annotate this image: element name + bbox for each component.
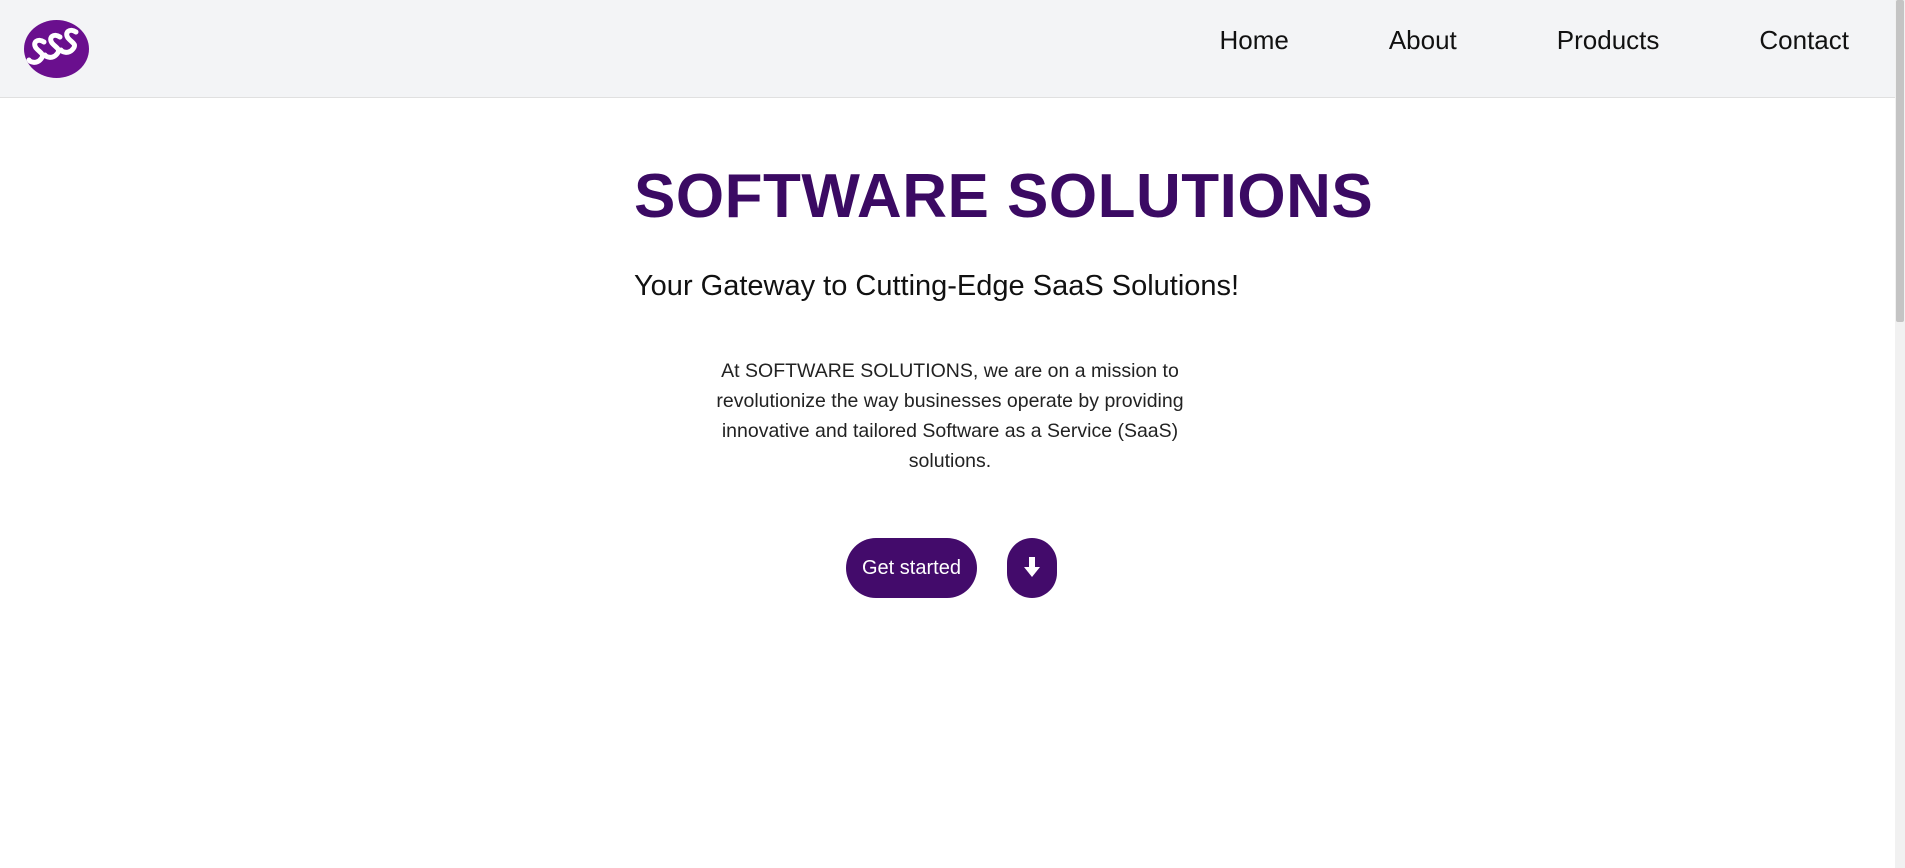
logo[interactable] <box>24 20 89 78</box>
nav-contact-link[interactable]: Contact <box>1759 22 1849 58</box>
page-scrollbar[interactable] <box>1895 0 1905 868</box>
download-button[interactable] <box>1006 538 1057 598</box>
scrollbar-thumb[interactable] <box>1896 0 1904 322</box>
hero-description: At SOFTWARE SOLUTIONS, we are on a missi… <box>716 360 1184 472</box>
arrow-down-icon <box>1023 556 1041 581</box>
cta-row: Get started <box>846 538 1057 598</box>
sss-logo-mark <box>26 27 79 65</box>
nav-about-link[interactable]: About <box>1389 22 1457 58</box>
nav-home-link[interactable]: Home <box>1219 22 1288 58</box>
top-navbar: Home About Products Contact <box>0 0 1905 98</box>
main-nav: Home About Products Contact <box>1219 22 1849 58</box>
get-started-button[interactable]: Get started <box>846 538 977 598</box>
hero-subtitle: Your Gateway to Cutting-Edge SaaS Soluti… <box>634 270 1240 302</box>
page: Home About Products Contact SOFTWARE SOL… <box>0 0 1905 868</box>
nav-products-link[interactable]: Products <box>1557 22 1660 58</box>
hero-title: SOFTWARE SOLUTIONS <box>634 162 1374 231</box>
